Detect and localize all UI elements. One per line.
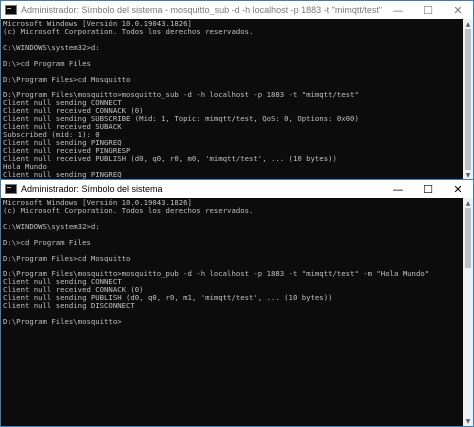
console-line: D:\Program Files>cd Mosquitto [3, 74, 131, 84]
console-line: (c) Microsoft Corporation. Todos los der… [3, 205, 254, 215]
console-line: C:\WINDOWS\system32>d: [3, 42, 100, 52]
console-line: D:\Program Files>cd Mosquitto [3, 253, 131, 263]
scroll-down-button[interactable]: ▼ [463, 416, 473, 426]
console-output[interactable]: Microsoft Windows [Versión 10.0.19043.18… [1, 198, 463, 426]
console-line: D:\Program Files\mosquitto> [3, 317, 122, 327]
close-button[interactable]: ✕ [443, 180, 473, 198]
minimize-button[interactable]: — [383, 1, 413, 19]
console-line: (c) Microsoft Corporation. Todos los der… [3, 26, 254, 36]
vertical-scrollbar[interactable]: ▲ ▼ [463, 19, 473, 180]
window-controls: — ☐ ✕ [383, 180, 473, 198]
console-output[interactable]: Microsoft Windows [Versión 10.0.19043.18… [1, 19, 463, 180]
console-line: Client null sending DISCONNECT [3, 301, 135, 311]
command-prompt-window-sub[interactable]: Administrador: Símbolo del sistema - mos… [0, 0, 474, 181]
console-line: Client null received PUBLISH (d0, q0, r0… [3, 153, 337, 163]
close-button[interactable]: ✕ [443, 1, 473, 19]
console-app-icon [5, 5, 17, 15]
vertical-scrollbar[interactable]: ▲ ▼ [463, 198, 473, 426]
command-prompt-window-pub[interactable]: Administrador: Símbolo del sistema — ☐ ✕… [0, 179, 474, 427]
console-app-icon [5, 184, 17, 194]
scroll-up-button[interactable]: ▲ [463, 198, 473, 208]
scroll-thumb[interactable] [465, 208, 471, 268]
scroll-thumb[interactable] [465, 29, 471, 170]
window-controls: — ☐ ✕ [383, 1, 473, 19]
title-bar[interactable]: Administrador: Símbolo del sistema - mos… [1, 1, 473, 19]
window-title: Administrador: Símbolo del sistema - mos… [21, 5, 383, 15]
maximize-button[interactable]: ☐ [413, 180, 443, 198]
console-line: D:\>cd Program Files [3, 237, 91, 247]
minimize-button[interactable]: — [383, 180, 413, 198]
maximize-button[interactable]: ☐ [413, 1, 443, 19]
window-title: Administrador: Símbolo del sistema [21, 184, 163, 194]
console-line: D:\>cd Program Files [3, 58, 91, 68]
scroll-up-button[interactable]: ▲ [463, 19, 473, 29]
console-line: C:\WINDOWS\system32>d: [3, 221, 100, 231]
title-bar[interactable]: Administrador: Símbolo del sistema — ☐ ✕ [1, 180, 473, 198]
